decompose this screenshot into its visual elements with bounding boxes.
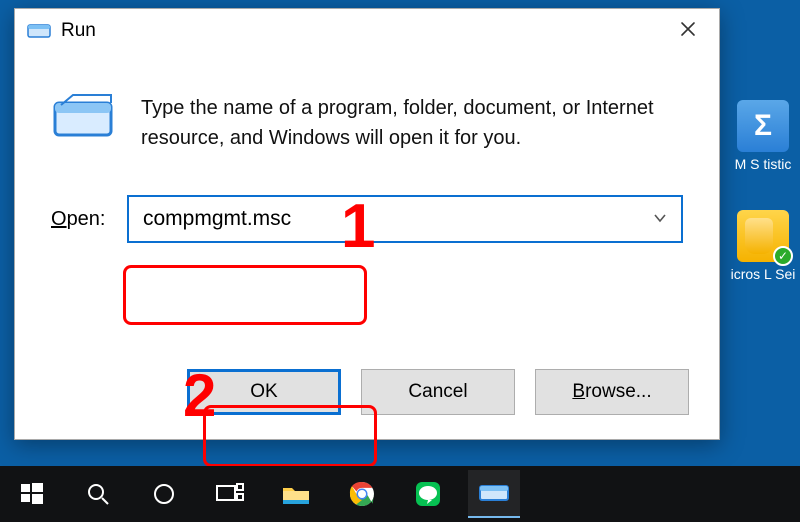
dialog-title: Run	[61, 20, 663, 42]
chrome-icon	[348, 480, 376, 508]
taskbar-cortana-button[interactable]	[138, 470, 190, 518]
windows-logo-icon	[19, 481, 45, 507]
chevron-down-icon[interactable]	[649, 210, 671, 228]
desktop-item-sqlserver[interactable]: ✓ icros L Sei	[726, 210, 800, 282]
titlebar[interactable]: Run	[15, 9, 719, 53]
close-icon	[679, 18, 697, 44]
run-icon	[478, 482, 510, 504]
taskview-icon	[215, 482, 245, 506]
sigma-icon	[737, 100, 789, 152]
ok-button[interactable]: OK	[187, 369, 341, 415]
taskbar-taskview-button[interactable]	[204, 470, 256, 518]
run-dialog: Run Type the name of a program, folder, …	[14, 8, 720, 440]
open-combobox[interactable]: compmgmt.msc	[127, 195, 683, 243]
desktop-icons: M S tistic ✓ icros L Sei	[726, 100, 800, 282]
button-row: OK Cancel Browse...	[187, 369, 689, 415]
open-label: Open:	[51, 208, 127, 231]
start-button[interactable]	[6, 470, 58, 518]
run-icon	[25, 17, 53, 45]
taskbar-search-button[interactable]	[72, 470, 124, 518]
desktop-item-label: icros L Sei	[731, 266, 796, 282]
taskbar-file-explorer[interactable]	[270, 470, 322, 518]
check-badge-icon: ✓	[773, 246, 793, 266]
taskbar-line-app[interactable]	[402, 470, 454, 518]
dialog-body: Type the name of a program, folder, docu…	[15, 53, 719, 439]
search-icon	[85, 481, 111, 507]
close-button[interactable]	[663, 11, 713, 51]
annotation-box-1	[123, 265, 367, 325]
cortana-icon	[151, 481, 177, 507]
desktop-item-statistics[interactable]: M S tistic	[726, 100, 800, 172]
taskbar-chrome[interactable]	[336, 470, 388, 518]
database-icon: ✓	[737, 210, 789, 262]
prompt-text: Type the name of a program, folder, docu…	[141, 93, 683, 153]
folder-icon	[281, 482, 311, 506]
cancel-button[interactable]: Cancel	[361, 369, 515, 415]
open-input-value[interactable]: compmgmt.msc	[143, 207, 649, 231]
desktop-item-label: M S tistic	[735, 156, 792, 172]
taskbar	[0, 466, 800, 522]
browse-button[interactable]: Browse...	[535, 369, 689, 415]
run-large-icon	[51, 89, 115, 147]
taskbar-run-app[interactable]	[468, 470, 520, 518]
line-app-icon	[414, 480, 442, 508]
